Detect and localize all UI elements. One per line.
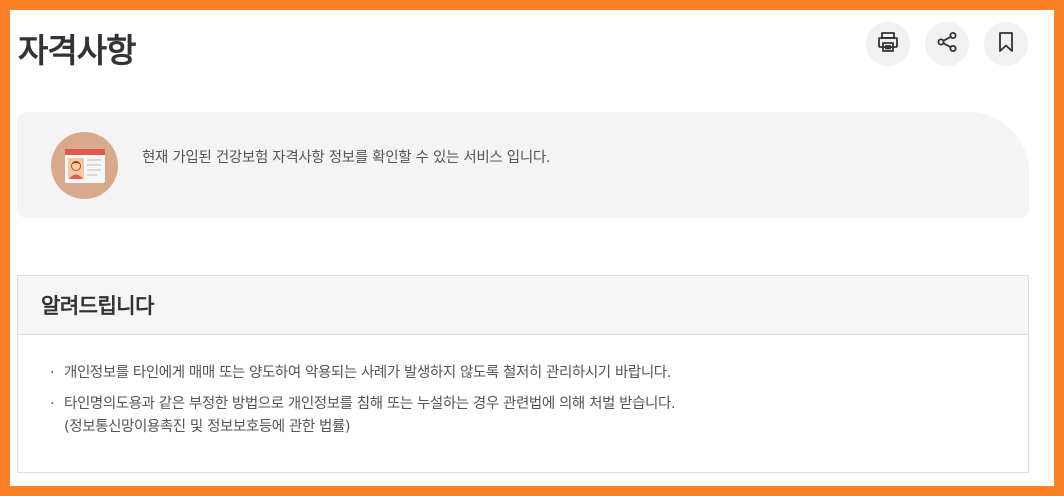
page-title: 자격사항 (18, 31, 136, 70)
notice-list: · 개인정보를 타인에게 매매 또는 양도하여 악용되는 사례가 발생하지 않도… (18, 335, 1028, 439)
service-description: 현재 가입된 건강보험 자격사항 정보를 확인할 수 있는 서비스 입니다. (142, 150, 551, 166)
id-card-icon (51, 132, 118, 199)
content-page: 자격사항 현재 가입된 건강보험 자격사항 정보를 확인할 수 있는 서비스 입… (10, 10, 1054, 486)
notice-item: · 개인정보를 타인에게 매매 또는 양도하여 악용되는 사례가 발생하지 않도… (50, 362, 1028, 385)
notice-item: · 타인명의도용과 같은 부정한 방법으로 개인정보를 침해 또는 누설하는 경… (50, 393, 1028, 439)
print-button[interactable] (866, 22, 910, 66)
notice-header: 알려드립니다 (18, 276, 1028, 335)
notice-title: 알려드립니다 (41, 294, 154, 318)
bookmark-button[interactable] (984, 22, 1028, 66)
share-button[interactable] (925, 22, 969, 66)
notice-panel: 알려드립니다 · 개인정보를 타인에게 매매 또는 양도하여 악용되는 사례가 … (17, 275, 1029, 473)
bookmark-icon (994, 30, 1018, 58)
notice-item-subtext: (정보통신망이용촉진 및 정보보호등에 관한 법률) (64, 419, 351, 435)
notice-item-text: 타인명의도용과 같은 부정한 방법으로 개인정보를 침해 또는 누설하는 경우 … (64, 396, 676, 412)
bullet-icon: · (50, 396, 55, 412)
page-actions (866, 22, 1028, 66)
print-icon (876, 30, 900, 58)
service-intro-box: 현재 가입된 건강보험 자격사항 정보를 확인할 수 있는 서비스 입니다. (17, 112, 1029, 218)
share-icon (935, 30, 959, 58)
notice-item-text: 개인정보를 타인에게 매매 또는 양도하여 악용되는 사례가 발생하지 않도록 … (64, 365, 671, 381)
bullet-icon: · (50, 365, 55, 381)
